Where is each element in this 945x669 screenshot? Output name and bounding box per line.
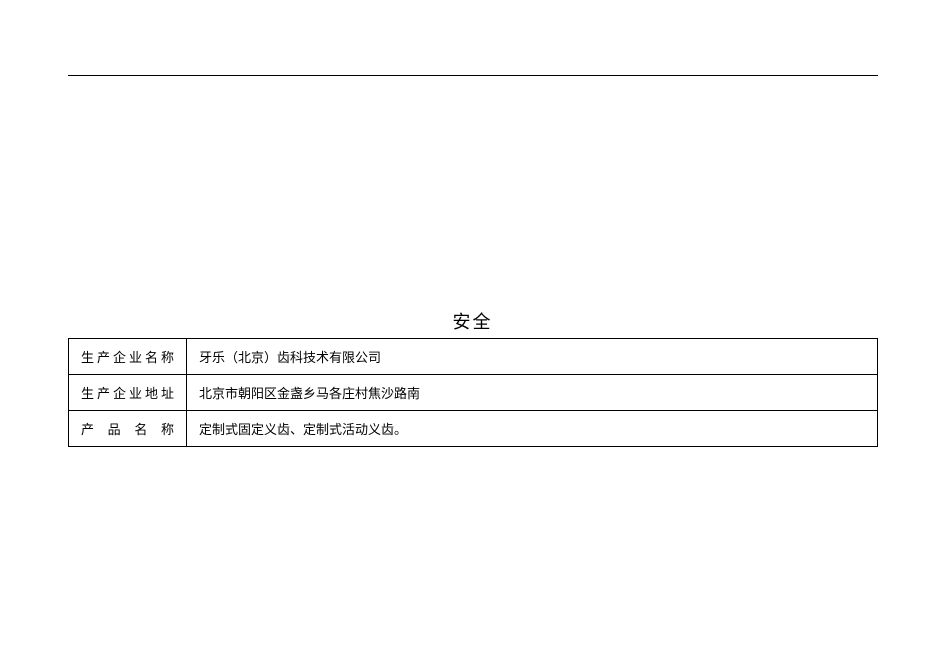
table-row: 产 品 名 称 定制式固定义齿、定制式活动义齿。 — [69, 411, 878, 447]
table-row: 生产企业名称 牙乐（北京）齿科技术有限公司 — [69, 339, 878, 375]
row-value: 牙乐（北京）齿科技术有限公司 — [187, 339, 878, 375]
row-label: 生产企业地址 — [69, 375, 187, 411]
horizontal-divider — [68, 75, 878, 76]
table-row: 生产企业地址 北京市朝阳区金盏乡马各庄村焦沙路南 — [69, 375, 878, 411]
row-label: 产 品 名 称 — [69, 411, 187, 447]
row-value: 定制式固定义齿、定制式活动义齿。 — [187, 411, 878, 447]
section-title: 安全 — [0, 308, 945, 334]
info-table: 生产企业名称 牙乐（北京）齿科技术有限公司 生产企业地址 北京市朝阳区金盏乡马各… — [68, 338, 878, 447]
row-value: 北京市朝阳区金盏乡马各庄村焦沙路南 — [187, 375, 878, 411]
row-label: 生产企业名称 — [69, 339, 187, 375]
